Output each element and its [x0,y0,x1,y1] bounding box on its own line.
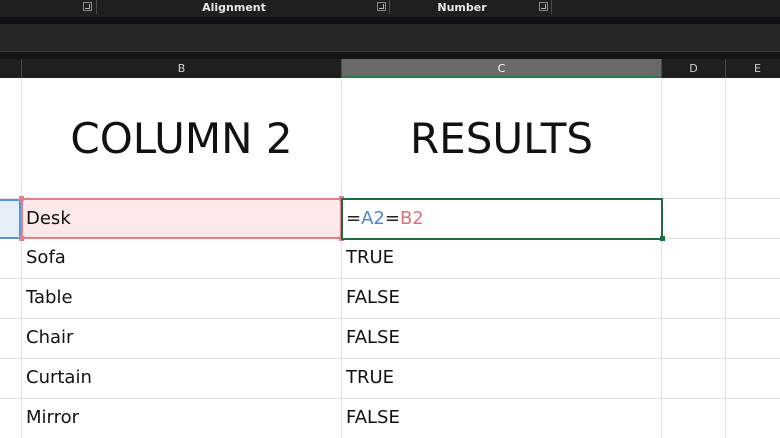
cell-a2-reference-highlight[interactable] [0,199,21,239]
cell-c3[interactable]: TRUE [342,238,661,278]
alignment-group-launcher-icon[interactable] [377,2,386,11]
cell-b6[interactable]: Curtain [22,358,341,398]
formula-equals: = [384,208,400,229]
font-group-launcher-icon[interactable] [83,2,92,11]
cell-b4[interactable]: Table [22,278,341,318]
column-header-b[interactable]: B [22,59,342,78]
cell-b2[interactable]: Desk [21,198,342,239]
cell-b3[interactable]: Sofa [22,238,341,278]
column-header-e[interactable]: E [726,59,780,78]
ribbon-bottom-edge [0,17,780,24]
number-group-launcher-icon[interactable] [539,2,548,11]
formula-bar-gap [0,52,780,59]
ribbon-group-alignment[interactable]: Alignment [202,1,266,14]
ribbon-separator [389,0,390,14]
formula-bar[interactable] [0,24,780,52]
ribbon-separator [551,0,552,14]
formula-ref-a2: A2 [361,208,385,229]
reference-handle[interactable] [19,196,24,201]
cell-b7[interactable]: Mirror [22,398,341,438]
column-header-d[interactable]: D [662,59,726,78]
sheet-grid: COLUMN 2 RESULTS Desk =A2=B2 Sofa TRUE T… [0,78,780,438]
cell-c4[interactable]: FALSE [342,278,661,318]
ribbon-separator [96,0,97,14]
cell-c1[interactable]: RESULTS [342,78,661,198]
cell-c7[interactable]: FALSE [342,398,661,438]
formula-equals: = [346,208,362,229]
cell-b5[interactable]: Chair [22,318,341,358]
column-header-a[interactable] [0,59,22,78]
column-header-c[interactable]: C [342,59,662,78]
cell-b1[interactable]: COLUMN 2 [22,78,341,198]
column-header-row: B C D E [0,59,780,78]
cell-c2-active[interactable]: =A2=B2 [341,198,663,240]
cell-c5[interactable]: FALSE [342,318,661,358]
ribbon: Alignment Number [0,0,780,17]
grid-line [725,78,726,438]
cell-c6[interactable]: TRUE [342,358,661,398]
ribbon-group-number[interactable]: Number [437,1,486,14]
formula-ref-b2: B2 [399,208,424,229]
grid-line [661,78,662,438]
